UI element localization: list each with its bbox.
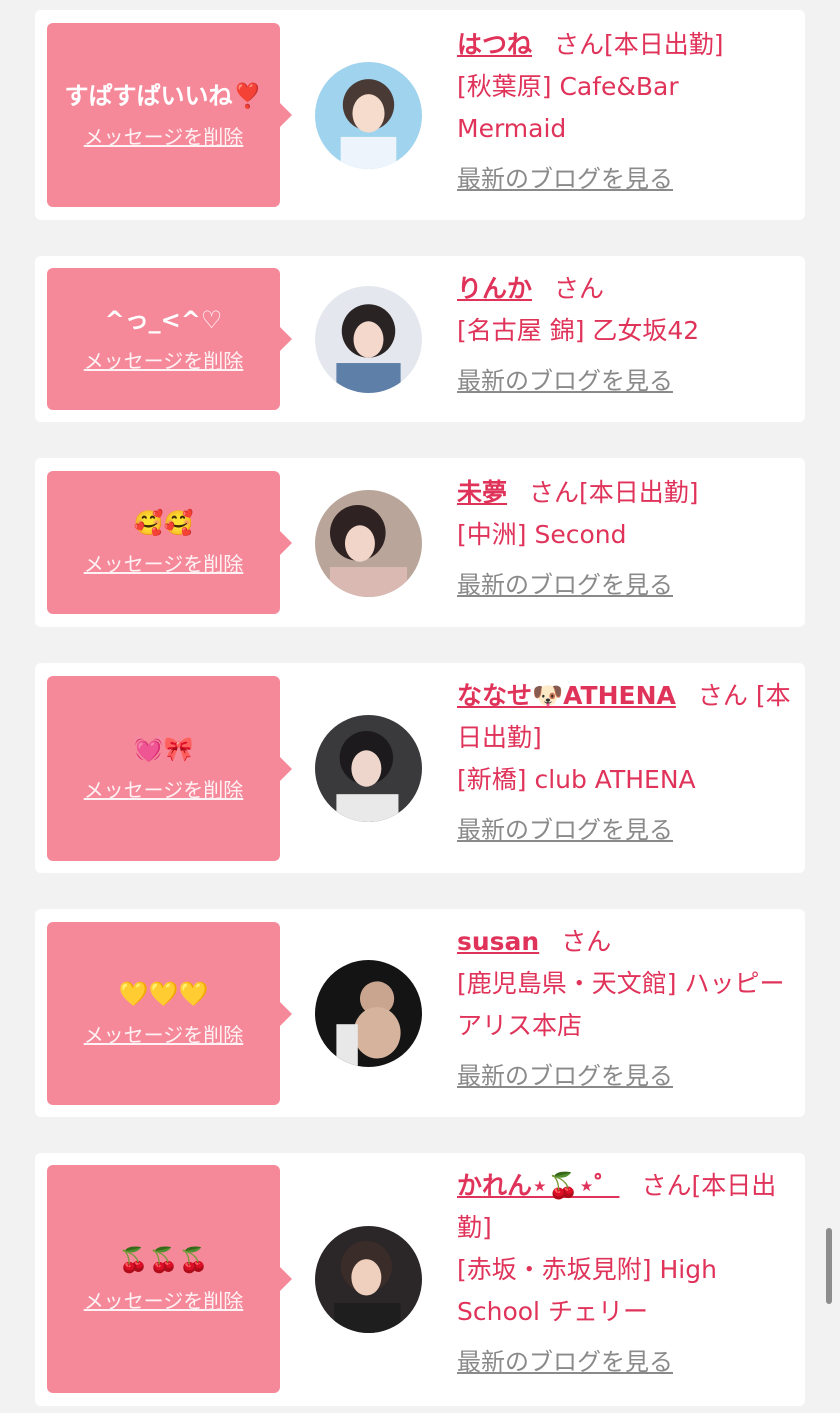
cast-avatar[interactable]: [315, 1226, 422, 1333]
cast-name-link[interactable]: ななせ🐶ATHENA: [457, 681, 676, 710]
cast-avatar[interactable]: [315, 490, 422, 597]
blog-link[interactable]: 最新のブログを見る: [457, 1341, 792, 1383]
cast-name-link[interactable]: はつね: [457, 30, 532, 59]
message-bubble: ^っ_<^♡ メッセージを削除: [47, 268, 292, 410]
scrollbar[interactable]: [826, 1228, 832, 1304]
shop-label: [秋葉原] Cafe&Bar Mermaid: [457, 72, 679, 143]
delete-message-link[interactable]: メッセージを削除: [84, 548, 244, 577]
delete-message-link[interactable]: メッセージを削除: [84, 121, 244, 150]
cast-info: かれん⋆🍒⋆゜ さん[本日出勤] [赤坂・赤坂見附] High School チェ…: [457, 1165, 792, 1383]
message-text: 🍒🍒🍒: [118, 1245, 209, 1274]
message-text: 🥰🥰: [133, 509, 194, 537]
blog-link[interactable]: 最新のブログを見る: [457, 564, 792, 606]
cast-name-link[interactable]: りんか: [457, 274, 532, 303]
favorite-card: ^っ_<^♡ メッセージを削除 りんか さん [名古屋 錦] 乙女坂42 最新のブ…: [35, 256, 805, 422]
message-bubble: すぱすぱいいね❣️ メッセージを削除: [47, 23, 292, 207]
message-bubble: 💓🎀 メッセージを削除: [47, 676, 292, 861]
message-bubble: 🥰🥰 メッセージを削除: [47, 471, 292, 614]
blog-link[interactable]: 最新のブログを見る: [457, 1055, 792, 1097]
cast-avatar[interactable]: [315, 960, 422, 1067]
cast-avatar[interactable]: [315, 715, 422, 822]
cast-honorific: さん[本日出勤]: [554, 30, 724, 59]
cast-info: ななせ🐶ATHENA さん [本日出勤] [新橋] club ATHENA 最新の…: [457, 675, 792, 851]
shop-label: [新橋] club ATHENA: [457, 765, 696, 794]
favorite-card: すぱすぱいいね❣️ メッセージを削除 はつね さん[本日出勤] [秋葉原] Caf…: [35, 10, 805, 220]
cast-avatar[interactable]: [315, 62, 422, 169]
cast-info: はつね さん[本日出勤] [秋葉原] Cafe&Bar Mermaid 最新のブロ…: [457, 24, 792, 200]
favorite-card: 💓🎀 メッセージを削除 ななせ🐶ATHENA さん [本日出勤] [新橋] clu…: [35, 663, 805, 873]
shop-label: [中洲] Second: [457, 520, 627, 549]
cast-name-link[interactable]: かれん⋆🍒⋆゜: [457, 1171, 619, 1200]
cast-info: susan さん [鹿児島県・天文館] ハッピーアリス本店 最新のブログを見る: [457, 921, 792, 1097]
message-bubble: 💛💛💛 メッセージを削除: [47, 922, 292, 1105]
message-text: ^っ_<^♡: [104, 305, 223, 334]
shop-label: [赤坂・赤坂見附] High School チェリー: [457, 1255, 717, 1326]
blog-link[interactable]: 最新のブログを見る: [457, 360, 792, 402]
shop-label: [名古屋 錦] 乙女坂42: [457, 316, 700, 345]
message-text: すぱすぱいいね❣️: [64, 81, 263, 110]
favorite-card: 🥰🥰 メッセージを削除 未夢 さん[本日出勤] [中洲] Second 最新のブロ…: [35, 458, 805, 627]
favorite-card: 🍒🍒🍒 メッセージを削除 かれん⋆🍒⋆゜ さん[本日出勤] [赤坂・赤坂見附] H…: [35, 1153, 805, 1406]
shop-label: [鹿児島県・天文館] ハッピーアリス本店: [457, 969, 785, 1040]
cast-avatar[interactable]: [315, 286, 422, 393]
cast-honorific: さん: [561, 927, 612, 956]
blog-link[interactable]: 最新のブログを見る: [457, 809, 792, 851]
cast-honorific: さん[本日出勤]: [529, 478, 699, 507]
blog-link[interactable]: 最新のブログを見る: [457, 158, 792, 200]
message-bubble: 🍒🍒🍒 メッセージを削除: [47, 1165, 292, 1393]
cast-info: りんか さん [名古屋 錦] 乙女坂42 最新のブログを見る: [457, 268, 792, 402]
delete-message-link[interactable]: メッセージを削除: [84, 1019, 244, 1048]
cast-info: 未夢 さん[本日出勤] [中洲] Second 最新のブログを見る: [457, 472, 792, 606]
delete-message-link[interactable]: メッセージを削除: [84, 345, 244, 374]
message-text: 💓🎀: [133, 735, 194, 763]
cast-honorific: さん: [554, 274, 605, 303]
cast-name-link[interactable]: 未夢: [457, 478, 507, 507]
delete-message-link[interactable]: メッセージを削除: [84, 1285, 244, 1314]
favorite-card: 💛💛💛 メッセージを削除 susan さん [鹿児島県・天文館] ハッピーアリス本…: [35, 909, 805, 1117]
message-text: 💛💛💛: [118, 980, 209, 1008]
delete-message-link[interactable]: メッセージを削除: [84, 774, 244, 803]
cast-name-link[interactable]: susan: [457, 927, 539, 956]
